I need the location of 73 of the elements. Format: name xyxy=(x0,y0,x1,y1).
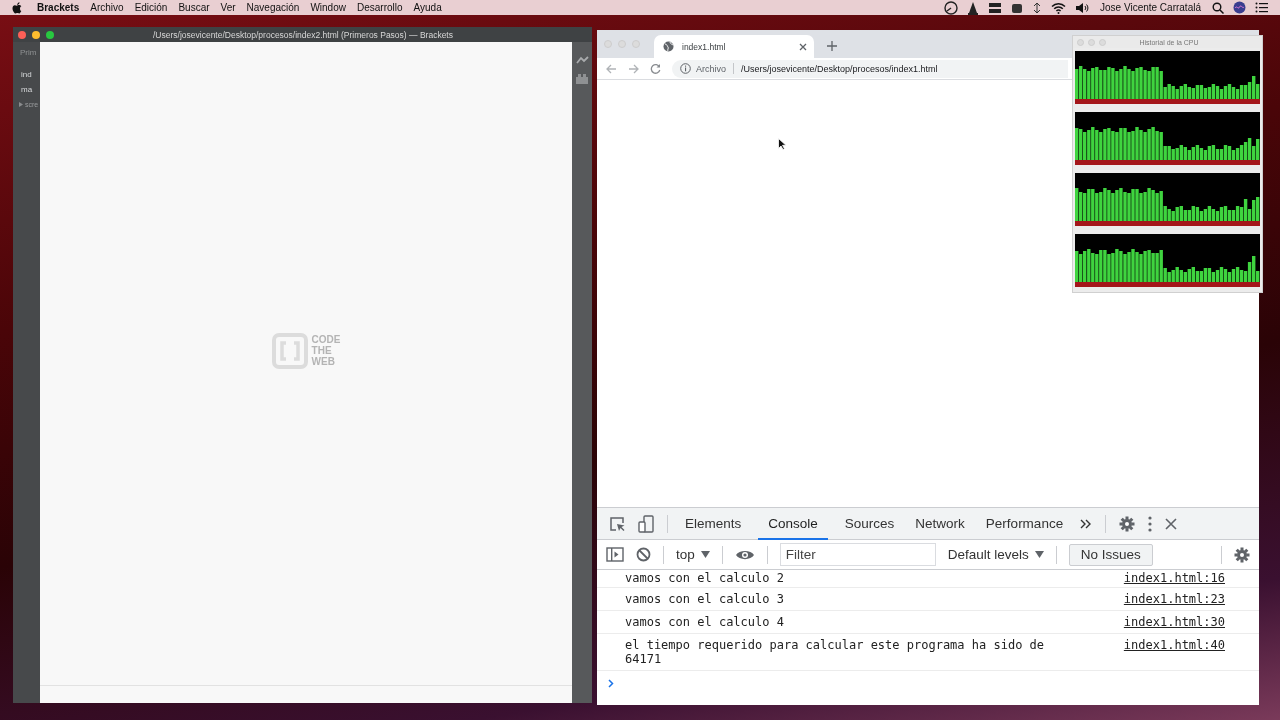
siri-icon[interactable] xyxy=(1233,1,1246,14)
search-icon[interactable] xyxy=(1212,1,1224,14)
console-message: vamos con el calculo 3 xyxy=(625,592,784,606)
menu-item[interactable]: Desarrollo xyxy=(356,2,403,13)
devtools-tab[interactable]: Network xyxy=(911,507,969,540)
devtools-tab[interactable]: Console xyxy=(758,507,828,540)
brackets-logo-icon xyxy=(271,332,308,369)
address-bar[interactable]: Archivo /Users/josevicente/Desktop/procesos/index1.html xyxy=(672,59,1068,78)
menu-item[interactable]: Ayuda xyxy=(413,2,442,13)
stack-icon[interactable] xyxy=(988,1,1002,14)
sidebar-toggle-icon[interactable] xyxy=(606,547,624,562)
device-icon[interactable] xyxy=(638,514,654,533)
logo-text: THE xyxy=(311,345,333,356)
app-menu[interactable]: Brackets xyxy=(37,2,80,13)
new-tab-icon[interactable] xyxy=(827,41,837,51)
close-icon[interactable] xyxy=(799,42,807,51)
inspect-icon[interactable] xyxy=(609,515,625,532)
triangle-icon[interactable] xyxy=(19,102,23,107)
apple-icon[interactable] xyxy=(12,1,23,14)
source-link[interactable]: index1.html:30 xyxy=(1123,615,1225,629)
file-name[interactable]: ma xyxy=(21,85,33,94)
devtools-tab[interactable]: Performance xyxy=(981,507,1068,540)
eye-icon[interactable] xyxy=(734,548,755,561)
devtools-tab[interactable]: Elements xyxy=(681,507,746,540)
list-icon[interactable] xyxy=(1255,2,1268,13)
source-link[interactable]: index1.html:23 xyxy=(1123,592,1225,606)
sync-icon[interactable] xyxy=(1032,1,1042,14)
issues-button[interactable]: No Issues xyxy=(1068,543,1153,566)
menu-item[interactable]: Window xyxy=(310,2,346,13)
settings-icon[interactable] xyxy=(1234,546,1250,563)
wifi-icon[interactable] xyxy=(1051,1,1066,14)
close-button[interactable] xyxy=(18,30,26,39)
browser-tab[interactable]: index1.html xyxy=(654,35,814,58)
live-preview-icon[interactable] xyxy=(575,56,589,65)
console-message: vamos con el calculo 4 xyxy=(625,615,784,629)
clear-console-icon[interactable] xyxy=(636,547,651,562)
close-icon[interactable] xyxy=(1165,517,1178,530)
menu-item[interactable]: Buscar xyxy=(178,2,210,13)
console-message: vamos con el calculo 2 xyxy=(625,571,784,585)
menu-item[interactable]: Archivo xyxy=(90,2,124,13)
menu-item[interactable]: Navegación xyxy=(246,2,300,13)
minimize-button[interactable] xyxy=(32,30,40,39)
filter-field[interactable]: Filter xyxy=(779,543,936,566)
kebab-menu-icon[interactable] xyxy=(1148,515,1153,532)
source-link[interactable]: index1.html:16 xyxy=(1123,571,1225,585)
caret-icon xyxy=(1034,551,1044,558)
cursor-icon xyxy=(778,138,786,150)
more-tabs-icon[interactable] xyxy=(1080,518,1093,529)
url-text: /Users/josevicente/Desktop/procesos/index1.html xyxy=(741,63,938,74)
zoom-button[interactable] xyxy=(46,30,54,39)
gauge-icon[interactable] xyxy=(944,0,958,15)
menu-item[interactable]: Ver xyxy=(220,2,236,13)
user-name[interactable]: Jose Vicente Carratalá xyxy=(1100,2,1201,13)
cone-icon[interactable] xyxy=(967,0,979,15)
drive-icon[interactable] xyxy=(1011,1,1023,14)
globe-icon xyxy=(663,41,674,52)
console-message: el tiempo requerido para calcular este programa ha sido de 64171 xyxy=(625,638,1046,666)
logo-text: WEB xyxy=(311,356,336,367)
reload-icon[interactable] xyxy=(650,63,661,74)
window-title: /Users/josevicente/Desktop/procesos/index2.html (Primeros Pasos) — Brackets xyxy=(152,29,454,40)
menu-item[interactable]: Edición xyxy=(134,2,168,13)
security-label: Archivo xyxy=(696,63,726,74)
file-name[interactable]: ind xyxy=(21,70,32,79)
caret-icon xyxy=(700,551,710,558)
context-dropdown[interactable]: top xyxy=(676,547,710,562)
volume-icon[interactable] xyxy=(1075,1,1089,14)
settings-icon[interactable] xyxy=(1119,515,1136,532)
devtools-tab[interactable]: Sources xyxy=(840,507,899,540)
logo-text: CODE xyxy=(311,334,341,345)
prompt-icon[interactable] xyxy=(608,679,614,688)
levels-dropdown[interactable]: Default levels xyxy=(947,547,1044,562)
info-icon[interactable] xyxy=(680,63,691,74)
source-link[interactable]: index1.html:40 xyxy=(1123,638,1225,666)
